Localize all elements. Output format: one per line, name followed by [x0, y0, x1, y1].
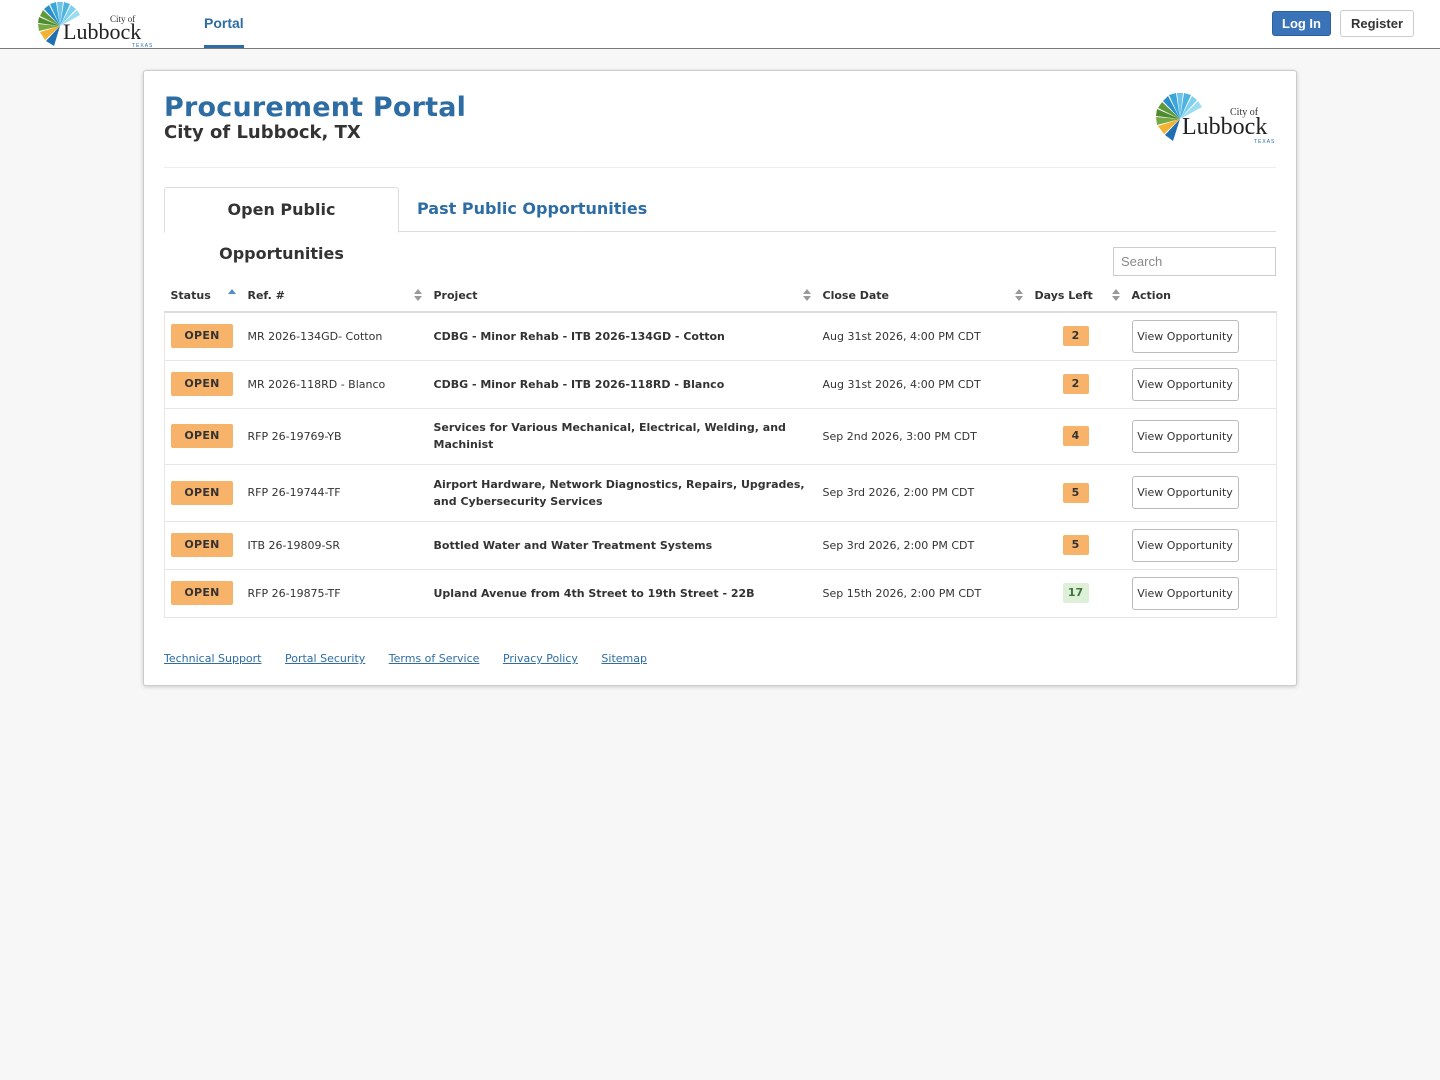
view-opportunity-button[interactable]: View Opportunity	[1131, 419, 1239, 453]
status-badge: OPEN	[171, 533, 233, 557]
view-opportunity-button[interactable]: View Opportunity	[1131, 528, 1239, 562]
status-badge: OPEN	[171, 581, 233, 605]
page-subtitle: City of Lubbock, TX	[164, 122, 361, 143]
project-name: Services for Various Mechanical, Electri…	[427, 408, 817, 465]
status-badge: OPEN	[171, 480, 233, 505]
project-name: Airport Hardware, Network Diagnostics, R…	[427, 464, 817, 522]
tab-past-opportunities[interactable]: Past Public Opportunities	[417, 187, 647, 233]
ref-number: RFP 26-19875-TF	[241, 569, 428, 618]
column-header-label: Ref. #	[247, 289, 285, 302]
project-name: Bottled Water and Water Treatment System…	[427, 521, 817, 570]
footer-link-portal-security[interactable]: Portal Security	[285, 652, 365, 665]
view-opportunity-button[interactable]: View Opportunity	[1131, 367, 1239, 401]
column-header-status[interactable]: Status	[164, 280, 242, 313]
nav-portal-link[interactable]: Portal	[204, 0, 244, 48]
close-date: Aug 31st 2026, 4:00 PM CDT	[816, 360, 1029, 409]
city-of-lubbock-logo-large: City of Lubbock TEXAS	[1156, 93, 1275, 145]
ref-number: MR 2026-118RD - Blanco	[241, 360, 428, 409]
tab-open-opportunities[interactable]: Open Public Opportunities	[164, 187, 399, 263]
table-row: OPEN ITB 26-19809-SR Bottled Water and W…	[164, 521, 1277, 570]
column-header-ref[interactable]: Ref. #	[241, 280, 428, 313]
column-header-label: Days Left	[1034, 289, 1093, 302]
column-header-project[interactable]: Project	[427, 280, 817, 313]
close-date: Sep 3rd 2026, 2:00 PM CDT	[816, 464, 1029, 522]
days-left-badge: 2	[1062, 326, 1089, 347]
column-header-label: Status	[170, 289, 211, 302]
logo-name: Lubbock	[63, 19, 141, 44]
sort-icon	[1014, 289, 1023, 303]
ref-number: RFP 26-19744-TF	[241, 464, 428, 522]
card-logo-name: Lubbock	[1182, 114, 1267, 140]
ref-number: RFP 26-19769-YB	[241, 408, 428, 465]
view-opportunity-button[interactable]: View Opportunity	[1131, 576, 1239, 610]
top-navbar: City of Lubbock TEXAS Portal Log In Regi…	[0, 0, 1440, 49]
table-row: OPEN RFP 26-19769-YB Services for Variou…	[164, 408, 1277, 465]
search-input[interactable]	[1113, 247, 1276, 276]
sort-icon	[802, 289, 811, 303]
ref-number: ITB 26-19809-SR	[241, 521, 428, 570]
sort-ascending-icon	[227, 289, 236, 303]
register-button[interactable]: Register	[1340, 10, 1414, 37]
procurement-card: Procurement Portal City of Lubbock, TX C…	[143, 70, 1297, 686]
project-name: CDBG - Minor Rehab - ITB 2026-118RD - Bl…	[427, 360, 817, 409]
table-row: OPEN MR 2026-118RD - Blanco CDBG - Minor…	[164, 360, 1277, 409]
header-divider	[164, 167, 1276, 168]
days-left-badge: 5	[1062, 535, 1089, 555]
card-logo-state: TEXAS	[1254, 139, 1275, 145]
days-left-badge: 17	[1062, 583, 1089, 603]
column-header-close-date[interactable]: Close Date	[816, 280, 1029, 313]
login-button[interactable]: Log In	[1272, 11, 1331, 36]
column-header-label: Project	[433, 289, 478, 302]
status-badge: OPEN	[171, 324, 233, 349]
page-title: Procurement Portal	[164, 92, 467, 123]
logo-state: TEXAS	[132, 43, 153, 48]
footer-link-technical-support[interactable]: Technical Support	[164, 652, 262, 665]
view-opportunity-button[interactable]: View Opportunity	[1131, 476, 1239, 509]
view-opportunity-button[interactable]: View Opportunity	[1131, 319, 1239, 353]
status-badge: OPEN	[171, 372, 233, 396]
footer-link-sitemap[interactable]: Sitemap	[601, 652, 647, 665]
table-header-row: Status Ref. # Project Close Date Days Le…	[164, 280, 1277, 313]
sort-icon	[413, 289, 422, 303]
close-date: Sep 2nd 2026, 3:00 PM CDT	[816, 408, 1029, 465]
column-header-days-left[interactable]: Days Left	[1028, 280, 1126, 313]
column-header-label: Close Date	[822, 289, 890, 302]
footer-link-privacy-policy[interactable]: Privacy Policy	[503, 652, 578, 665]
city-of-lubbock-logo[interactable]: City of Lubbock TEXAS	[38, 0, 156, 48]
column-header-action: Action	[1125, 280, 1277, 313]
table-row: OPEN RFP 26-19875-TF Upland Avenue from …	[164, 569, 1277, 618]
project-name: Upland Avenue from 4th Street to 19th St…	[427, 569, 817, 618]
status-badge: OPEN	[171, 424, 233, 448]
footer-links: Technical Support Portal Security Terms …	[164, 652, 667, 665]
ref-number: MR 2026-134GD- Cotton	[241, 312, 428, 361]
days-left-badge: 2	[1062, 374, 1089, 394]
close-date: Sep 15th 2026, 2:00 PM CDT	[816, 569, 1029, 618]
footer-link-terms-of-service[interactable]: Terms of Service	[389, 652, 480, 665]
opportunities-table: Status Ref. # Project Close Date Days Le…	[164, 280, 1277, 618]
opportunity-tabs: Open Public Opportunities Past Public Op…	[164, 187, 1276, 263]
project-name: CDBG - Minor Rehab - ITB 2026-134GD - Co…	[427, 312, 817, 361]
close-date: Sep 3rd 2026, 2:00 PM CDT	[816, 521, 1029, 570]
column-header-label: Action	[1131, 289, 1171, 302]
table-row: OPEN RFP 26-19744-TF Airport Hardware, N…	[164, 464, 1277, 522]
table-row: OPEN MR 2026-134GD- Cotton CDBG - Minor …	[164, 312, 1277, 361]
days-left-badge: 4	[1062, 426, 1089, 446]
close-date: Aug 31st 2026, 4:00 PM CDT	[816, 312, 1029, 361]
sort-icon	[1111, 289, 1120, 303]
days-left-badge: 5	[1062, 482, 1089, 503]
